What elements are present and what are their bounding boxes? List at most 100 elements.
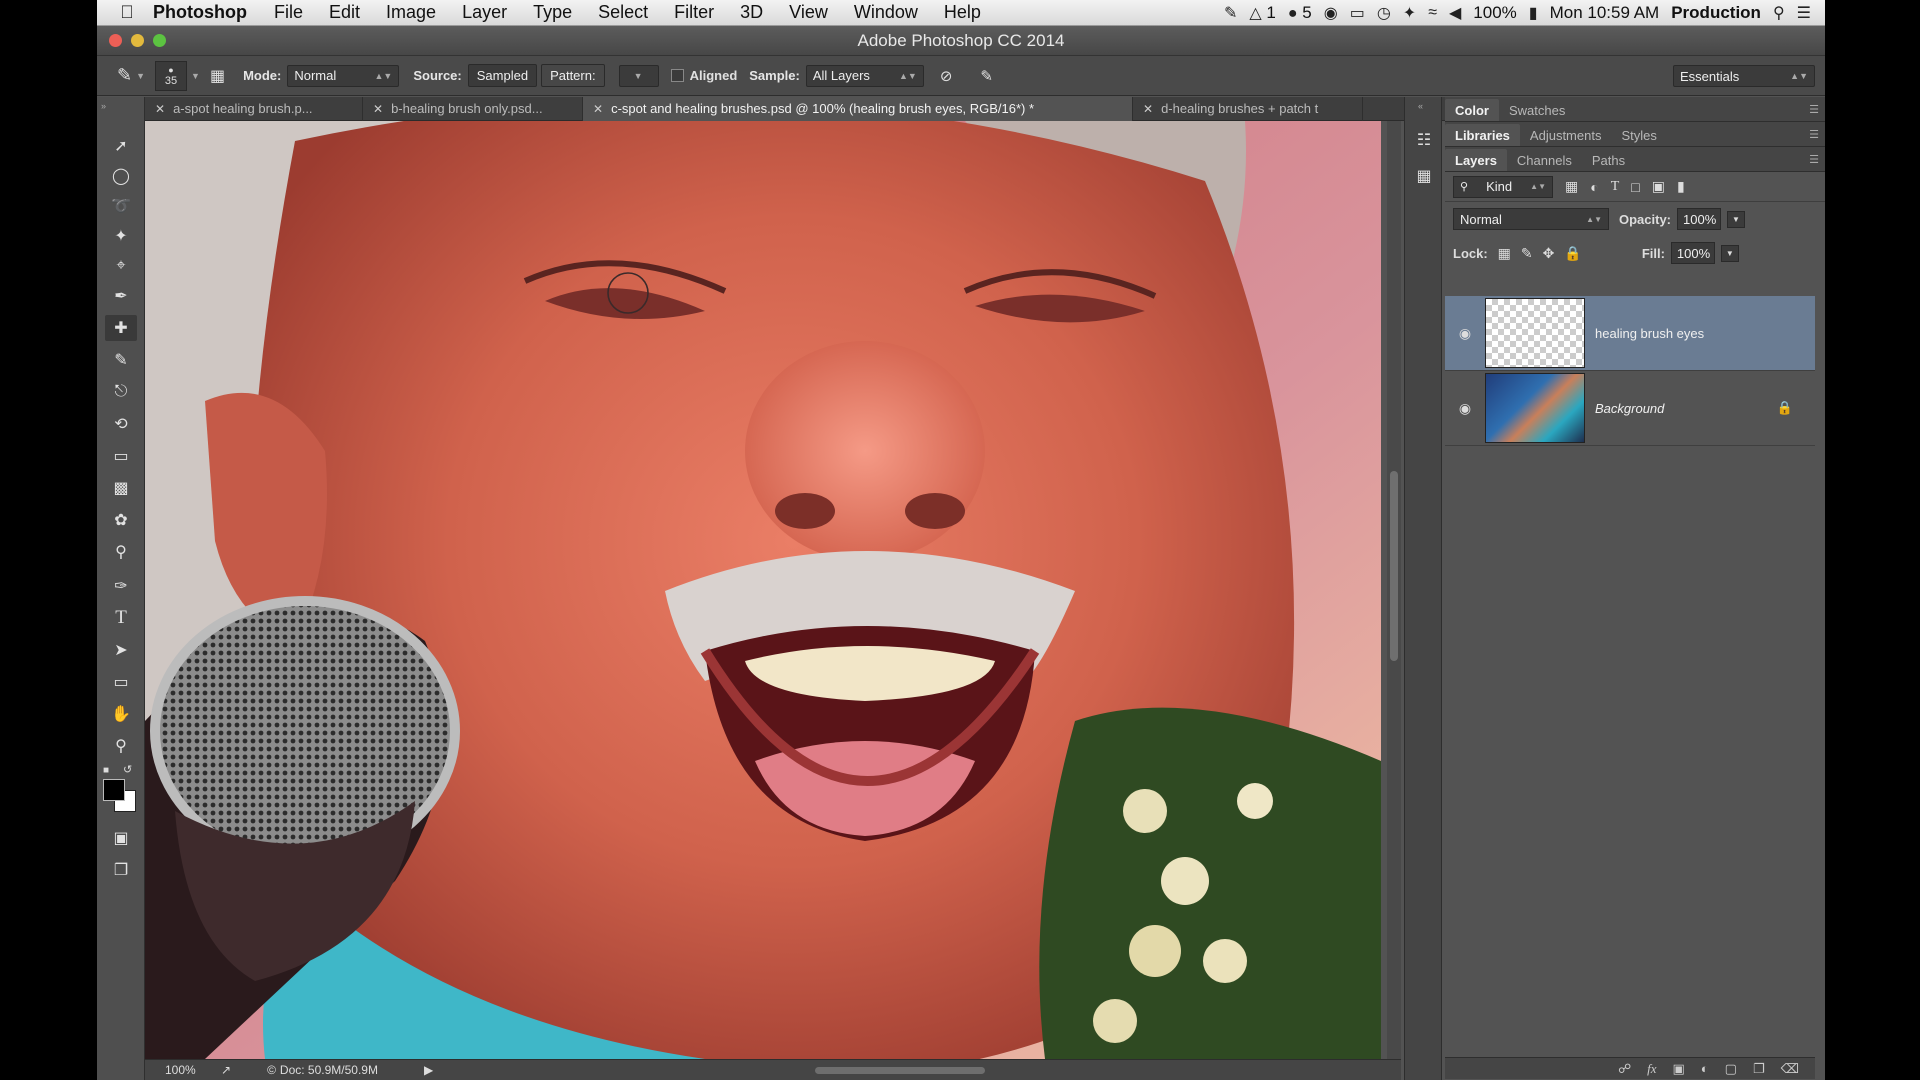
tab-layers[interactable]: Layers: [1445, 149, 1507, 171]
layer-background[interactable]: ◉ Background 🔒: [1445, 371, 1815, 446]
brush-picker-arrow-icon[interactable]: ▼: [191, 71, 200, 81]
layer-filter-kind-select[interactable]: ⚲ Kind ▲▼: [1453, 175, 1553, 198]
horizontal-scroll-thumb[interactable]: [815, 1067, 985, 1074]
workspace-switcher[interactable]: Essentials ▲▼: [1673, 65, 1815, 87]
lock-all-icon[interactable]: 🔒: [1564, 245, 1581, 262]
filter-type-layers-icon[interactable]: T: [1611, 179, 1620, 195]
quick-selection-tool-icon[interactable]: ✦: [105, 223, 137, 249]
bluetooth-icon[interactable]: ✦: [1403, 3, 1416, 23]
new-layer-icon[interactable]: ❐: [1753, 1061, 1765, 1077]
layer-visibility-eye-icon[interactable]: ◉: [1445, 400, 1485, 417]
history-brush-tool-icon[interactable]: ⟲: [105, 411, 137, 437]
tab-close-icon[interactable]: ✕: [155, 102, 165, 116]
layer-style-fx-icon[interactable]: fx: [1647, 1061, 1656, 1077]
tab-libraries[interactable]: Libraries: [1445, 124, 1520, 146]
chrome-icon[interactable]: ◉: [1324, 3, 1338, 23]
menu-file[interactable]: File: [274, 2, 303, 23]
pattern-picker[interactable]: ▼: [618, 64, 659, 87]
tab-adjustments[interactable]: Adjustments: [1520, 124, 1612, 146]
tab-document-a[interactable]: ✕ a-spot healing brush.p...: [145, 96, 363, 121]
lasso-tool-icon[interactable]: ➰: [105, 193, 137, 219]
vertical-scroll-thumb[interactable]: [1390, 471, 1398, 661]
zoom-level[interactable]: 100%: [165, 1063, 211, 1077]
rectangle-tool-icon[interactable]: ▭: [105, 669, 137, 695]
filter-shape-layers-icon[interactable]: □: [1631, 179, 1639, 195]
source-sampled-button[interactable]: Sampled: [467, 64, 538, 87]
volume-icon[interactable]: ◀: [1449, 3, 1461, 23]
fill-slider-arrow-icon[interactable]: ▼: [1720, 244, 1739, 262]
share-icon[interactable]: ↗: [221, 1063, 231, 1077]
libraries-panel-menu-icon[interactable]: ☰: [1809, 128, 1819, 141]
cc-status[interactable]: ● 5: [1288, 3, 1312, 23]
zoom-button[interactable]: [153, 34, 166, 47]
quick-mask-icon[interactable]: ▣: [105, 825, 137, 851]
pressure-size-icon[interactable]: ✎: [980, 67, 993, 85]
properties-panel-icon[interactable]: ▦: [1413, 165, 1435, 187]
filter-toggle-icon[interactable]: ▮: [1677, 178, 1685, 195]
opacity-input[interactable]: 100%: [1677, 208, 1722, 230]
menu-layer[interactable]: Layer: [462, 2, 507, 23]
blend-mode-select[interactable]: Normal ▲▼: [1453, 208, 1609, 230]
opacity-slider-arrow-icon[interactable]: ▼: [1727, 210, 1745, 228]
gradient-tool-icon[interactable]: ▩: [105, 475, 137, 501]
menu-view[interactable]: View: [789, 2, 828, 23]
clone-source-panel-icon[interactable]: ▦: [210, 66, 225, 86]
tab-close-icon[interactable]: ✕: [593, 102, 603, 116]
tab-document-c[interactable]: ✕ c-spot and healing brushes.psd @ 100% (…: [583, 96, 1133, 121]
time-machine-icon[interactable]: ◷: [1377, 3, 1391, 23]
layer-visibility-eye-icon[interactable]: ◉: [1445, 325, 1485, 342]
minimize-button[interactable]: [131, 34, 144, 47]
battery-icon[interactable]: ▮: [1529, 3, 1538, 23]
notification-list-icon[interactable]: ☰: [1797, 3, 1811, 23]
tab-channels[interactable]: Channels: [1507, 149, 1582, 171]
pen-tool-icon[interactable]: ✑: [105, 573, 137, 599]
airplay-icon[interactable]: ▭: [1350, 3, 1365, 23]
mode-select[interactable]: Normal ▲▼: [287, 64, 400, 87]
path-selection-tool-icon[interactable]: ➤: [105, 637, 137, 663]
menu-help[interactable]: Help: [944, 2, 981, 23]
menu-filter[interactable]: Filter: [674, 2, 714, 23]
ignore-adjustment-layers-icon[interactable]: ⊘: [940, 67, 953, 85]
tab-document-d[interactable]: ✕ d-healing brushes + patch t: [1133, 96, 1363, 121]
screen-mode-icon[interactable]: ❐: [105, 857, 137, 883]
sample-select[interactable]: All Layers ▲▼: [805, 64, 924, 87]
pen-icon[interactable]: ✎: [1224, 3, 1237, 23]
document-canvas[interactable]: [145, 121, 1381, 1059]
toolbox-collapse-icon[interactable]: »: [101, 101, 106, 111]
delete-layer-icon[interactable]: ⌫: [1781, 1061, 1799, 1077]
lock-position-icon[interactable]: ✥: [1543, 245, 1555, 262]
filter-pixel-layers-icon[interactable]: ▦: [1565, 178, 1578, 195]
tab-color[interactable]: Color: [1445, 99, 1499, 121]
healing-brush-tool-icon[interactable]: ✚: [105, 315, 137, 341]
menu-select[interactable]: Select: [598, 2, 648, 23]
tab-paths[interactable]: Paths: [1582, 149, 1635, 171]
dock-collapse-icon[interactable]: «: [1418, 101, 1423, 111]
filter-smart-objects-icon[interactable]: ▣: [1652, 178, 1665, 195]
clock[interactable]: Mon 10:59 AM: [1550, 3, 1660, 23]
foreground-color-swatch[interactable]: [103, 779, 125, 801]
blur-tool-icon[interactable]: ✿: [105, 507, 137, 533]
tab-swatches[interactable]: Swatches: [1499, 99, 1575, 121]
aligned-checkbox[interactable]: [670, 69, 684, 82]
history-panel-icon[interactable]: ☷: [1413, 129, 1435, 151]
source-pattern-button[interactable]: Pattern:: [541, 64, 605, 87]
adobe-status[interactable]: △ 1: [1249, 3, 1276, 23]
menu-type[interactable]: Type: [533, 2, 572, 23]
zoom-tool-icon[interactable]: ⚲: [105, 733, 137, 759]
battery-percent[interactable]: 100%: [1473, 3, 1516, 23]
close-button[interactable]: [109, 34, 122, 47]
default-colors-icon[interactable]: ■: [103, 765, 109, 776]
lock-image-pixels-icon[interactable]: ✎: [1521, 245, 1533, 262]
status-menu-arrow-icon[interactable]: ▶: [424, 1063, 433, 1077]
menu-image[interactable]: Image: [386, 2, 436, 23]
tab-close-icon[interactable]: ✕: [373, 102, 383, 116]
vertical-scrollbar[interactable]: [1387, 121, 1401, 1059]
apple-icon[interactable]: : [109, 2, 145, 23]
link-layers-icon[interactable]: ☍: [1618, 1061, 1631, 1077]
type-tool-icon[interactable]: T: [105, 605, 137, 631]
eraser-tool-icon[interactable]: ▭: [105, 443, 137, 469]
layer-name[interactable]: Background: [1595, 401, 1664, 416]
move-tool-icon[interactable]: ➚: [105, 133, 137, 159]
menu-3d[interactable]: 3D: [740, 2, 763, 23]
swap-colors-icon[interactable]: ↺: [123, 763, 132, 776]
